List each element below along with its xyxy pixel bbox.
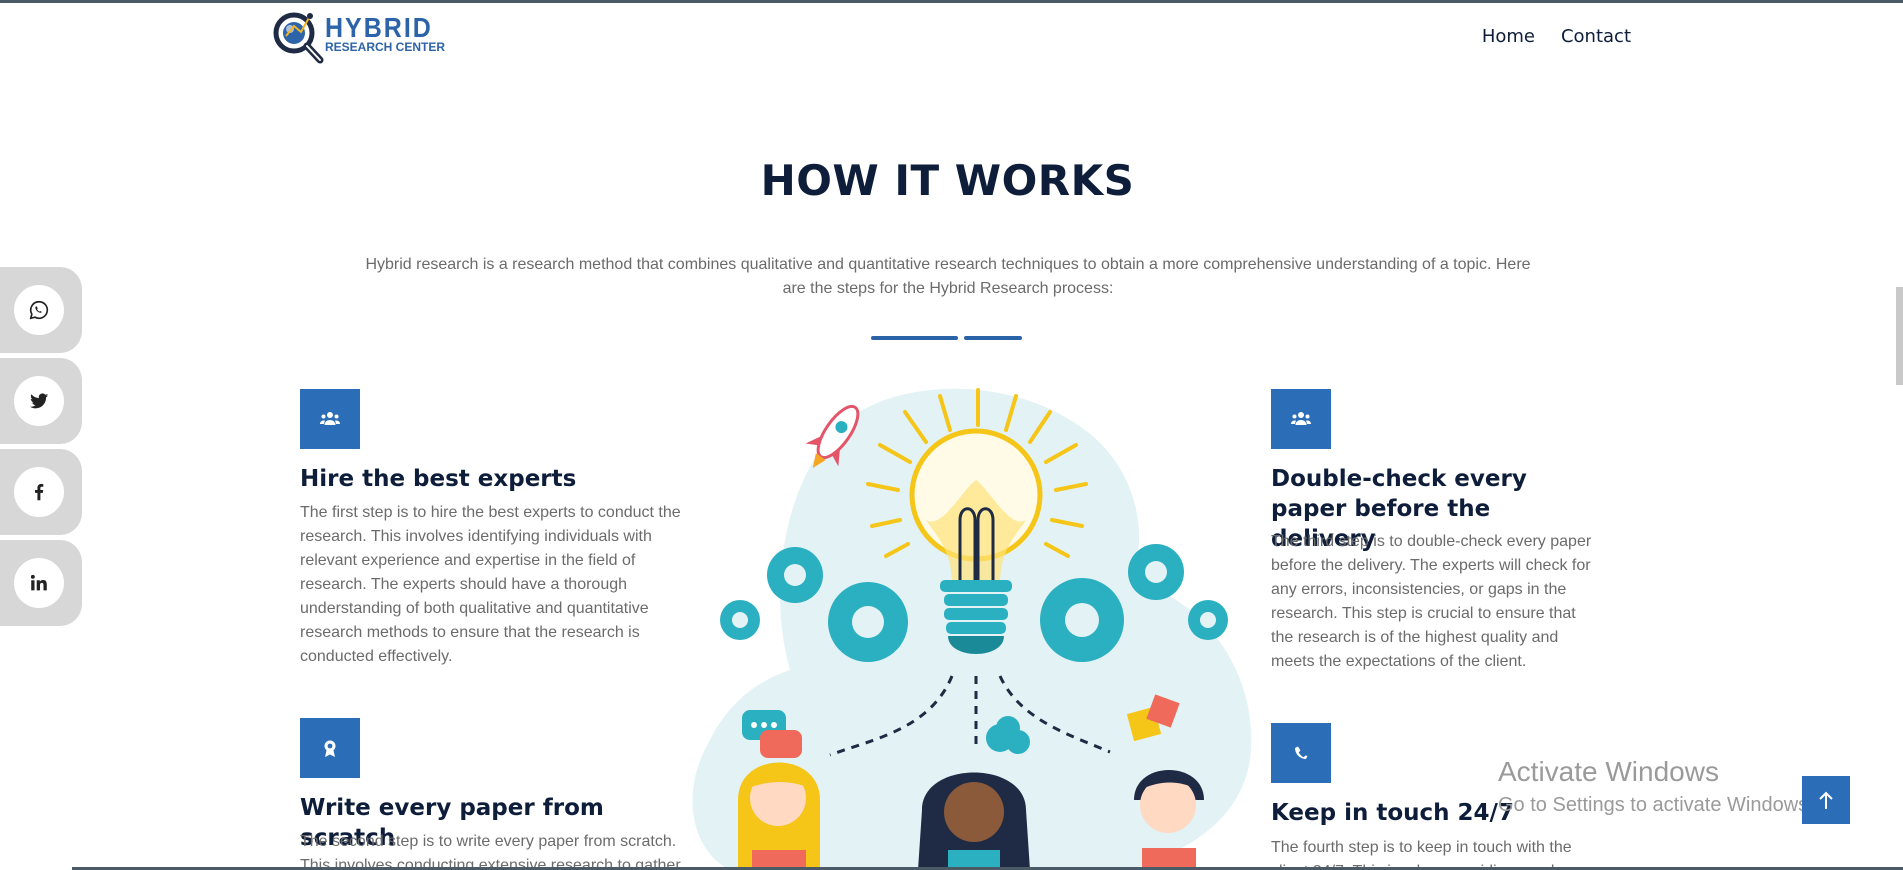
step-4-text: The fourth step is to keep in touch with… <box>1271 839 1572 870</box>
section-title: HOW IT WORKS <box>760 156 1135 205</box>
main-nav: Home Contact <box>1482 26 1631 47</box>
scrollbar-thumb[interactable] <box>1896 287 1903 385</box>
linkedin-icon <box>30 574 47 591</box>
social-facebook[interactable] <box>0 449 82 535</box>
twitter-icon <box>29 393 49 409</box>
step-1-text: The first step is to hire the best exper… <box>300 504 681 665</box>
activate-windows-title: Activate Windows <box>1498 756 1719 787</box>
social-linkedin[interactable] <box>0 540 82 626</box>
nav-home-link[interactable]: Home <box>1482 26 1535 47</box>
users-icon <box>1291 412 1311 425</box>
nav-contact-link[interactable]: Contact <box>1561 26 1631 47</box>
step-1-title: Hire the best experts <box>300 466 577 492</box>
whatsapp-icon <box>29 300 49 320</box>
facebook-icon <box>34 484 44 501</box>
step-4-icon-box <box>1271 723 1331 783</box>
top-border <box>0 0 1903 3</box>
activate-windows-subtitle: Go to Settings to activate Windows. <box>1498 794 1814 816</box>
phone-icon <box>1295 746 1308 759</box>
back-to-top-button[interactable] <box>1802 776 1850 824</box>
lightbulb-teamwork-illustration <box>692 388 1252 870</box>
step-3-icon-box <box>1271 389 1331 449</box>
divider-bar-long <box>871 336 958 340</box>
step-3-text: The third step is to double-check every … <box>1271 533 1592 670</box>
users-icon <box>320 412 340 425</box>
divider-bar-short <box>964 336 1022 340</box>
arrow-up-icon <box>1819 791 1833 809</box>
award-icon <box>324 740 336 757</box>
logo-subtitle: RESEARCH CENTER <box>325 40 446 54</box>
social-twitter[interactable] <box>0 358 82 444</box>
social-whatsapp[interactable] <box>0 267 82 353</box>
step-1-icon-box <box>300 389 360 449</box>
section-intro: Hybrid research is a research method tha… <box>365 256 1531 297</box>
step-2-text: The second step is to write every paper … <box>300 833 681 870</box>
step-2-icon-box <box>300 718 360 778</box>
